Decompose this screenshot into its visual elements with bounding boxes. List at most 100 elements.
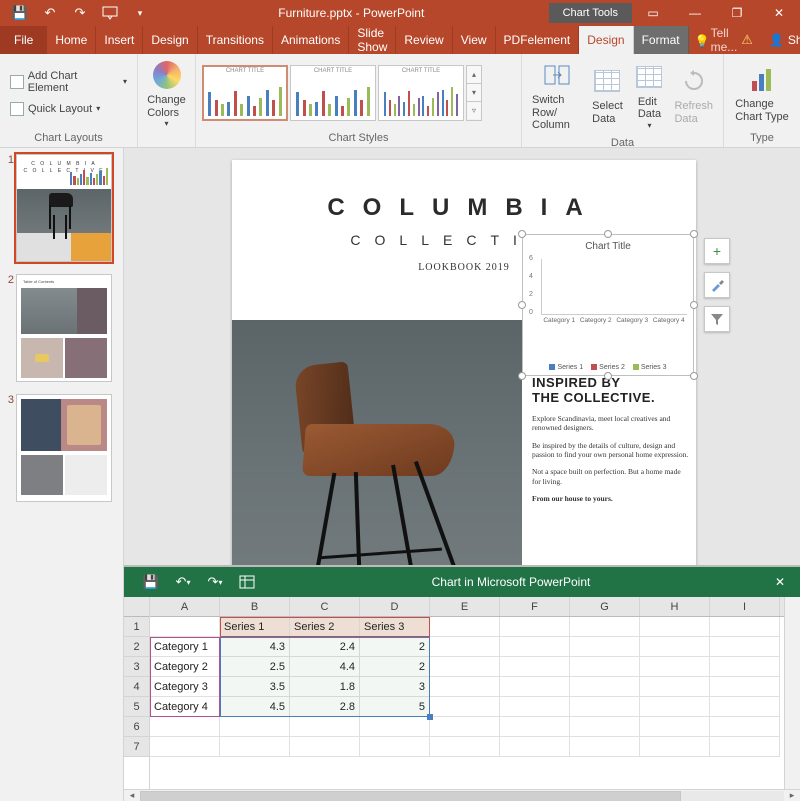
column-header[interactable]: A [150,597,220,616]
cell[interactable]: Series 3 [360,617,430,637]
resize-handle[interactable] [690,230,698,238]
chart-data-window[interactable]: 💾 ↶▾ ↷▾ Chart in Microsoft PowerPoint ✕ … [124,565,800,801]
slide-thumbnail-1[interactable]: C O L U M B I AC O L L E C T I V E [16,154,112,262]
legend-series-2[interactable]: Series 2 [591,364,625,371]
column-header[interactable]: I [710,597,780,616]
cell[interactable]: Category 3 [150,677,220,697]
expand-gallery-icon[interactable]: ▿ [467,102,481,119]
cell[interactable]: Category 4 [150,697,220,717]
resize-handle[interactable] [604,372,612,380]
change-chart-type-button[interactable]: Change Chart Type [731,60,793,125]
scroll-left-icon[interactable]: ◂ [124,790,140,801]
scroll-down-icon[interactable]: ▾ [467,84,481,102]
cell[interactable]: 1.8 [290,677,360,697]
style-gallery-scroll[interactable]: ▴ ▾ ▿ [466,65,482,121]
tab-home[interactable]: Home [47,26,96,54]
resize-handle[interactable] [690,372,698,380]
chart-style-3[interactable]: CHART TITLE [378,65,464,121]
fill-handle[interactable] [427,714,433,720]
slide-thumbnail-3[interactable] [16,394,112,502]
cell[interactable]: 2 [360,637,430,657]
change-colors-button[interactable]: Change Colors ▾ [143,56,190,130]
resize-handle[interactable] [604,230,612,238]
cell[interactable]: 2.5 [220,657,290,677]
legend-series-3[interactable]: Series 3 [633,364,667,371]
quick-layout-button[interactable]: Quick Layout▾ [6,100,131,118]
vertical-scrollbar[interactable] [784,597,800,789]
cell[interactable]: Series 1 [220,617,290,637]
tab-view[interactable]: View [453,26,496,54]
ds-edit-in-excel-button[interactable] [232,568,262,596]
tab-review[interactable]: Review [396,26,452,54]
tab-transitions[interactable]: Transitions [198,26,273,54]
row-header[interactable]: 2 [124,637,149,657]
side-text-block[interactable]: INSPIRED BY THE COLLECTIVE. Explore Scan… [532,376,690,504]
column-header[interactable]: H [640,597,710,616]
redo-button[interactable]: ↷ [66,1,94,25]
row-header[interactable]: 7 [124,737,149,757]
qat-more-button[interactable]: ▾ [126,1,154,25]
chart-plot-area[interactable] [541,259,687,315]
chart-object[interactable]: Chart Title 6 4 2 0 Category 1 Category … [522,234,694,376]
ribbon-display-options[interactable]: ▭ [632,0,674,26]
chart-filters-button[interactable] [704,306,730,332]
column-header[interactable]: C [290,597,360,616]
restore-button[interactable]: ❐ [716,0,758,26]
slide-thumbnails-pane[interactable]: 1 C O L U M B I AC O L L E C T I V E 2 T… [0,148,124,801]
column-header[interactable]: D [360,597,430,616]
tab-file[interactable]: File [0,26,47,54]
start-slideshow-button[interactable] [96,1,124,25]
chart-elements-button[interactable]: + [704,238,730,264]
ds-save-button[interactable]: 💾 [136,568,166,596]
row-header[interactable]: 4 [124,677,149,697]
tab-chart-format[interactable]: Format [634,26,689,54]
column-header[interactable]: B [220,597,290,616]
tab-chart-design[interactable]: Design [579,26,633,54]
chart-style-gallery[interactable]: CHART TITLE CHART TITLE [202,65,482,121]
row-header[interactable]: 3 [124,657,149,677]
horizontal-scrollbar[interactable]: ◂ ▸ [124,789,800,801]
scroll-up-icon[interactable]: ▴ [467,66,481,84]
chart-styles-button[interactable] [704,272,730,298]
column-header[interactable]: E [430,597,500,616]
resize-handle[interactable] [518,372,526,380]
share-button[interactable]: 👤 Share [759,26,800,54]
slide-thumbnail-2[interactable]: Table of Contents [16,274,112,382]
tab-animations[interactable]: Animations [273,26,349,54]
minimize-button[interactable]: — [674,0,716,26]
tab-slideshow[interactable]: Slide Show [349,26,396,54]
undo-button[interactable]: ↶ [36,1,64,25]
tell-me-search[interactable]: 💡 Tell me... ⚠ [689,26,759,54]
add-chart-element-button[interactable]: Add Chart Element▾ [6,68,131,96]
row-header[interactable]: 6 [124,717,149,737]
scroll-right-icon[interactable]: ▸ [784,790,800,801]
cell[interactable]: 3.5 [220,677,290,697]
row-header[interactable]: 1 [124,617,149,637]
column-header[interactable]: G [570,597,640,616]
cell[interactable]: 2.8 [290,697,360,717]
legend-series-1[interactable]: Series 1 [549,364,583,371]
cell[interactable]: Category 1 [150,637,220,657]
cell[interactable]: 2.4 [290,637,360,657]
edit-data-button[interactable]: Edit Data▾ [628,58,670,132]
resize-handle[interactable] [690,301,698,309]
cell[interactable]: 5 [360,697,430,717]
row-header[interactable]: 5 [124,697,149,717]
column-header[interactable]: F [500,597,570,616]
cell[interactable]: Category 2 [150,657,220,677]
select-data-button[interactable]: Select Data [586,62,628,127]
save-button[interactable]: 💾 [6,1,34,25]
chart-legend[interactable]: Series 1 Series 2 Series 3 [523,364,693,371]
slide-canvas[interactable]: COLUMBIA COLLECTIVE LOOKBOOK 2019 INSPIR… [124,148,800,801]
scroll-thumb[interactable] [140,791,681,801]
datasheet-grid[interactable]: 1 2 3 4 5 6 7 ABCDEFGHI Series 1Series 2… [124,597,800,789]
cell[interactable]: Series 2 [290,617,360,637]
datasheet-close-button[interactable]: ✕ [760,575,800,589]
cell[interactable]: 4.3 [220,637,290,657]
ds-redo-button[interactable]: ↷▾ [200,568,230,596]
switch-row-column-button[interactable]: Switch Row/ Column [528,56,586,134]
cell[interactable]: 2 [360,657,430,677]
cell[interactable]: 4.4 [290,657,360,677]
chart-style-1[interactable]: CHART TITLE [202,65,288,121]
refresh-data-button[interactable]: Refresh Data [670,62,717,127]
